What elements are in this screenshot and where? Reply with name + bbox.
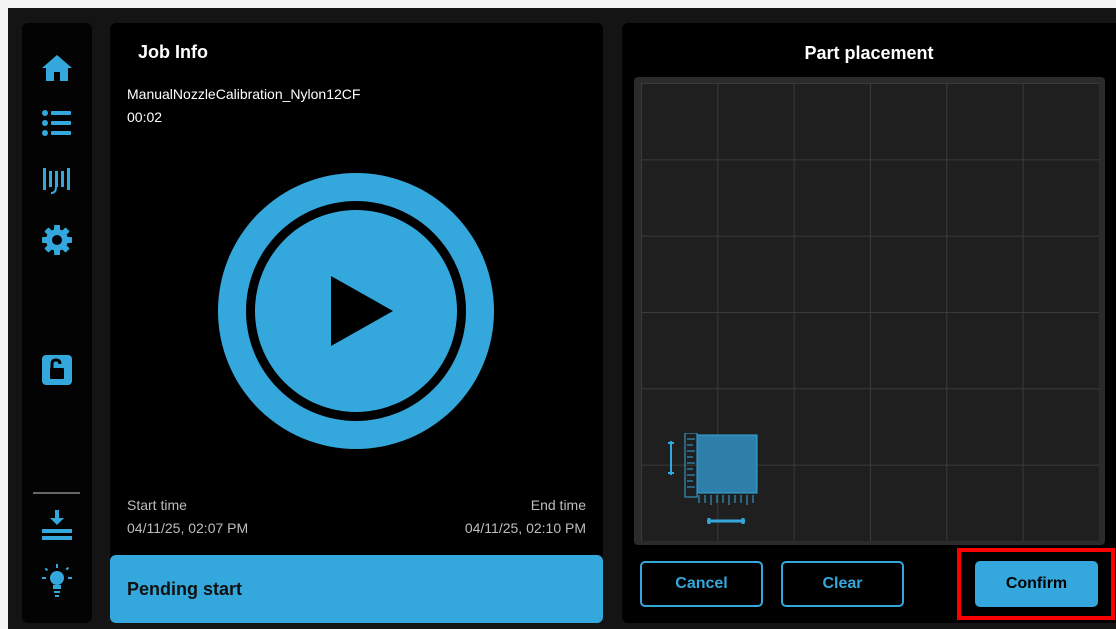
- job-duration: 00:02: [127, 109, 163, 125]
- end-time-label: End time: [530, 497, 586, 513]
- light-icon[interactable]: [37, 561, 77, 601]
- list-icon[interactable]: [37, 103, 77, 143]
- sidebar: [22, 23, 92, 623]
- gear-icon[interactable]: [37, 220, 77, 260]
- cancel-button[interactable]: Cancel: [640, 561, 763, 607]
- start-time-label: Start time: [127, 497, 187, 513]
- status-text: Pending start: [127, 579, 243, 599]
- start-time-value: 04/11/25, 02:07 PM: [127, 520, 249, 536]
- part-placement-title: Part placement: [804, 43, 934, 63]
- play-button[interactable]: [218, 173, 494, 449]
- placement-grid[interactable]: [641, 83, 1099, 541]
- home-icon[interactable]: [37, 48, 77, 88]
- part-preview[interactable]: [659, 432, 759, 537]
- end-time-value: 04/11/25, 02:10 PM: [464, 520, 586, 536]
- job-info-title: Job Info: [138, 42, 208, 62]
- placement-grid-frame: [634, 77, 1105, 545]
- filament-icon[interactable]: [37, 160, 77, 200]
- unlock-icon[interactable]: [37, 350, 77, 390]
- clear-button[interactable]: Clear: [781, 561, 904, 607]
- status-bar: Pending start: [110, 555, 603, 623]
- job-file-name: ManualNozzleCalibration_Nylon12CF: [127, 86, 361, 102]
- unload-icon[interactable]: [37, 505, 77, 545]
- confirm-highlight-box: [957, 548, 1115, 620]
- sidebar-divider: [33, 492, 80, 494]
- job-info-panel: Job Info ManualNozzleCalibration_Nylon12…: [110, 23, 603, 623]
- part-placement-panel: Part placement Cancel Clear Confirm: [622, 23, 1116, 623]
- play-icon: [218, 173, 494, 449]
